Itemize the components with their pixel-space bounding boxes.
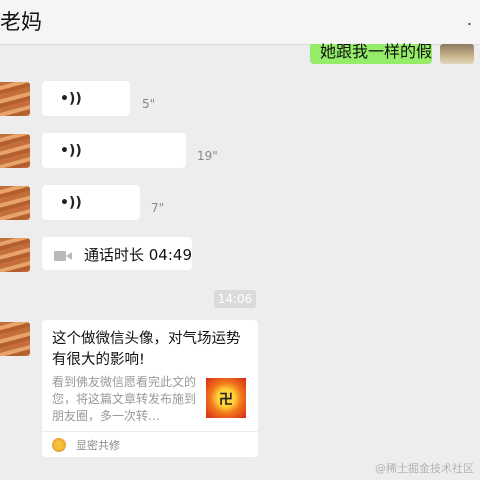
article-description: 看到佛友微信愿看完此文的您，将这篇文章转发布施到朋友圈，多一次转… [52,375,197,423]
thumbnail-symbol: 卍 [219,392,233,408]
voice-wave-icon: •)) [60,195,82,211]
message-text: 她跟我一样的假 [320,42,433,61]
source-account-name: 显密共修 [76,439,120,452]
card-footer: 显密共修 [42,431,258,458]
more-options-icon[interactable]: . [467,10,472,29]
call-record-bubble[interactable]: 通话时长 04:49 [42,237,192,270]
contact-avatar[interactable] [0,322,30,356]
call-duration-text: 通话时长 04:49 [84,246,192,264]
timestamp-badge: 14:06 [214,290,256,308]
voice-message-bubble[interactable]: •)) [42,133,186,168]
contact-avatar[interactable] [0,134,30,168]
article-thumbnail: 卍 [206,378,246,418]
contact-avatar[interactable] [0,82,30,116]
contact-avatar[interactable] [0,238,30,272]
voice-message-bubble[interactable]: •)) [42,185,140,220]
voice-message-bubble[interactable]: •)) [42,81,130,116]
voice-duration: 5" [142,97,156,111]
video-call-icon [54,251,72,261]
voice-wave-icon: •)) [60,143,82,159]
source-account-icon [52,438,66,452]
article-title: 这个做微信头像，对气场运势有很大的影响! [52,331,241,368]
voice-wave-icon: •)) [60,91,82,107]
chat-title: 老妈 [0,10,42,34]
voice-duration: 7" [151,201,165,215]
my-avatar[interactable] [440,44,474,64]
shared-article-card[interactable]: 这个做微信头像，对气场运势有很大的影响! 看到佛友微信愿看完此文的您，将这篇文章… [42,320,258,457]
watermark: @稀土掘金技术社区 [375,462,474,475]
contact-avatar[interactable] [0,186,30,220]
sent-message-bubble[interactable]: 她跟我一样的假 [310,42,432,64]
voice-duration: 19" [197,149,218,163]
